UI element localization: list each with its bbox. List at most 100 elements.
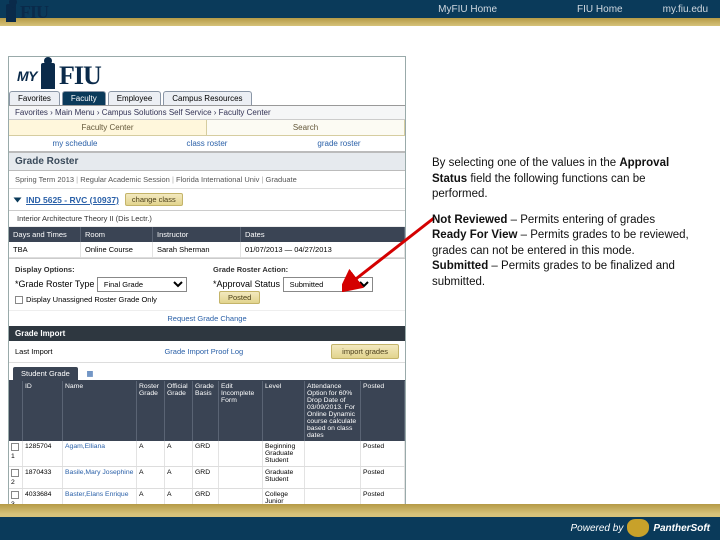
roster-action-label: Grade Roster Action: — [213, 265, 399, 274]
powered-by-label: Powered by — [571, 523, 624, 534]
crumb-campus-solutions[interactable]: Campus Solutions Self Service — [102, 108, 219, 117]
outer-fiu-logo: FIU — [6, 2, 48, 23]
approval-status-select[interactable]: Submitted — [283, 277, 373, 292]
cell-days: TBA — [9, 242, 81, 257]
breadcrumb: Favorites Main Menu Campus Solutions Sel… — [9, 106, 405, 120]
display-options: Display Options: *Grade Roster Type Fina… — [9, 258, 405, 310]
hdr-roster-grade: Roster Grade — [137, 381, 165, 441]
cell-posted: Posted — [361, 467, 405, 488]
topbar-link-myfiu-home[interactable]: MyFIU Home — [438, 4, 497, 15]
hdr-id: ID — [23, 381, 63, 441]
sub-tabs: Faculty Center Search — [9, 120, 405, 136]
col-dates: Dates — [241, 227, 405, 242]
subtab-search[interactable]: Search — [207, 120, 405, 135]
roster-type-label: *Grade Roster Type — [15, 279, 94, 289]
cell-grade-basis: GRD — [193, 441, 219, 466]
primary-tabs: Favorites Faculty Employee Campus Resour… — [9, 91, 405, 106]
cell-official-grade: A — [165, 441, 193, 466]
grid-expand-icon[interactable]: ▦ — [86, 369, 93, 378]
outer-fiu-text: FIU — [20, 2, 48, 23]
panther-icon — [627, 519, 649, 537]
cell-id: 1870433 — [23, 467, 63, 488]
cell-name[interactable]: Agam,Elliana — [63, 441, 137, 466]
roster-header: ID Name Roster Grade Official Grade Grad… — [9, 381, 405, 441]
nav-grade-roster[interactable]: grade roster — [273, 136, 405, 151]
unassigned-checkbox[interactable] — [15, 296, 23, 304]
posted-button[interactable]: Posted — [219, 291, 260, 304]
cell-attendance — [305, 467, 361, 488]
grade-import-proof-log-link[interactable]: Grade Import Proof Log — [164, 347, 243, 356]
approval-status-label: *Approval Status — [213, 279, 280, 289]
session-name: Regular Academic Session — [80, 175, 170, 184]
hdr-posted: Posted — [361, 381, 405, 441]
term-line: Spring Term 2013 | Regular Academic Sess… — [9, 171, 405, 189]
instr-submitted-label: Submitted — [432, 260, 488, 272]
cell-edit-incomplete — [219, 467, 263, 488]
cell-grade-basis: GRD — [193, 467, 219, 488]
brand-my: MY — [17, 68, 37, 84]
cell-level: Graduate Student — [263, 467, 305, 488]
topbar-link-fiu-home[interactable]: FIU Home — [577, 4, 623, 15]
crumb-favorites[interactable]: Favorites — [15, 108, 55, 117]
tab-campus-resources[interactable]: Campus Resources — [163, 91, 251, 105]
panthersoft-label: PantherSoft — [653, 523, 710, 534]
cell-official-grade: A — [165, 467, 193, 488]
instr-ready-for-view-label: Ready For View — [432, 229, 517, 241]
tab-favorites[interactable]: Favorites — [9, 91, 60, 105]
cell-roster-grade: A — [137, 441, 165, 466]
topbar-url: my.fiu.edu — [663, 4, 708, 15]
brand-fiu: FIU — [59, 61, 101, 91]
class-link[interactable]: IND 5625 - RVC (10937) — [26, 195, 119, 205]
instr-p1a: By selecting one of the values in the — [432, 157, 619, 169]
career-name: Graduate — [266, 175, 297, 184]
institution-name: Florida International Univ — [176, 175, 259, 184]
cell-dates: 01/07/2013 — 04/27/2013 — [241, 242, 405, 257]
nav-my-schedule[interactable]: my schedule — [9, 136, 141, 151]
import-grades-button[interactable]: import grades — [331, 344, 399, 359]
class-info-row: TBA Online Course Sarah Sherman 01/07/20… — [9, 242, 405, 258]
crumb-faculty-center[interactable]: Faculty Center — [219, 108, 271, 117]
row-checkbox[interactable] — [11, 443, 19, 451]
hdr-name: Name — [63, 381, 137, 441]
global-topbar: MyFIU Home FIU Home my.fiu.edu — [0, 0, 720, 18]
roster-type-select[interactable]: Final Grade — [97, 277, 187, 292]
nav-class-roster[interactable]: class roster — [141, 136, 273, 151]
cell-name[interactable]: Basile,Mary Josephine — [63, 467, 137, 488]
last-import-label: Last Import — [15, 347, 53, 356]
cell-id: 1285704 — [23, 441, 63, 466]
subtab-faculty-center[interactable]: Faculty Center — [9, 120, 207, 135]
crumb-main-menu[interactable]: Main Menu — [55, 108, 102, 117]
tab-faculty[interactable]: Faculty — [62, 91, 106, 105]
grade-import-row: Last Import Grade Import Proof Log impor… — [9, 341, 405, 363]
unassigned-label: Display Unassigned Roster Grade Only — [26, 295, 157, 304]
expand-icon[interactable] — [14, 197, 22, 202]
hdr-edit-incomplete: Edit Incomplete Form — [219, 381, 263, 441]
col-instructor: Instructor — [153, 227, 241, 242]
class-header: IND 5625 - RVC (10937) change class — [9, 189, 405, 211]
row-checkbox[interactable] — [11, 469, 19, 477]
instr-not-reviewed-text: – Permits entering of grades — [507, 214, 655, 226]
col-room: Room — [81, 227, 153, 242]
change-class-button[interactable]: change class — [125, 193, 183, 206]
hdr-level: Level — [263, 381, 305, 441]
student-grade-tabrow: Student Grade ▦ — [9, 363, 405, 381]
cell-posted: Posted — [361, 441, 405, 466]
cell-level: Beginning Graduate Student — [263, 441, 305, 466]
hdr-attendance: Attendance Option for 60% Drop Date of 0… — [305, 381, 361, 441]
app-brand: MY FIU — [9, 57, 405, 91]
cell-roster-grade: A — [137, 467, 165, 488]
instr-not-reviewed-label: Not Reviewed — [432, 214, 507, 226]
table-row: 21870433Basile,Mary JosephineAAGRDGradua… — [9, 467, 405, 489]
row-checkbox[interactable] — [11, 491, 19, 499]
page-title: Grade Roster — [9, 152, 405, 171]
hdr-official-grade: Official Grade — [165, 381, 193, 441]
grade-import-bar: Grade Import — [9, 326, 405, 341]
gold-divider-bottom — [0, 504, 720, 514]
term-name: Spring Term 2013 — [15, 175, 74, 184]
cell-edit-incomplete — [219, 441, 263, 466]
student-grade-tab[interactable]: Student Grade — [13, 367, 78, 380]
tab-employee[interactable]: Employee — [108, 91, 162, 105]
class-info-header: Days and Times Room Instructor Dates — [9, 227, 405, 242]
request-grade-change-link[interactable]: Request Grade Change — [9, 310, 405, 326]
col-days: Days and Times — [9, 227, 81, 242]
